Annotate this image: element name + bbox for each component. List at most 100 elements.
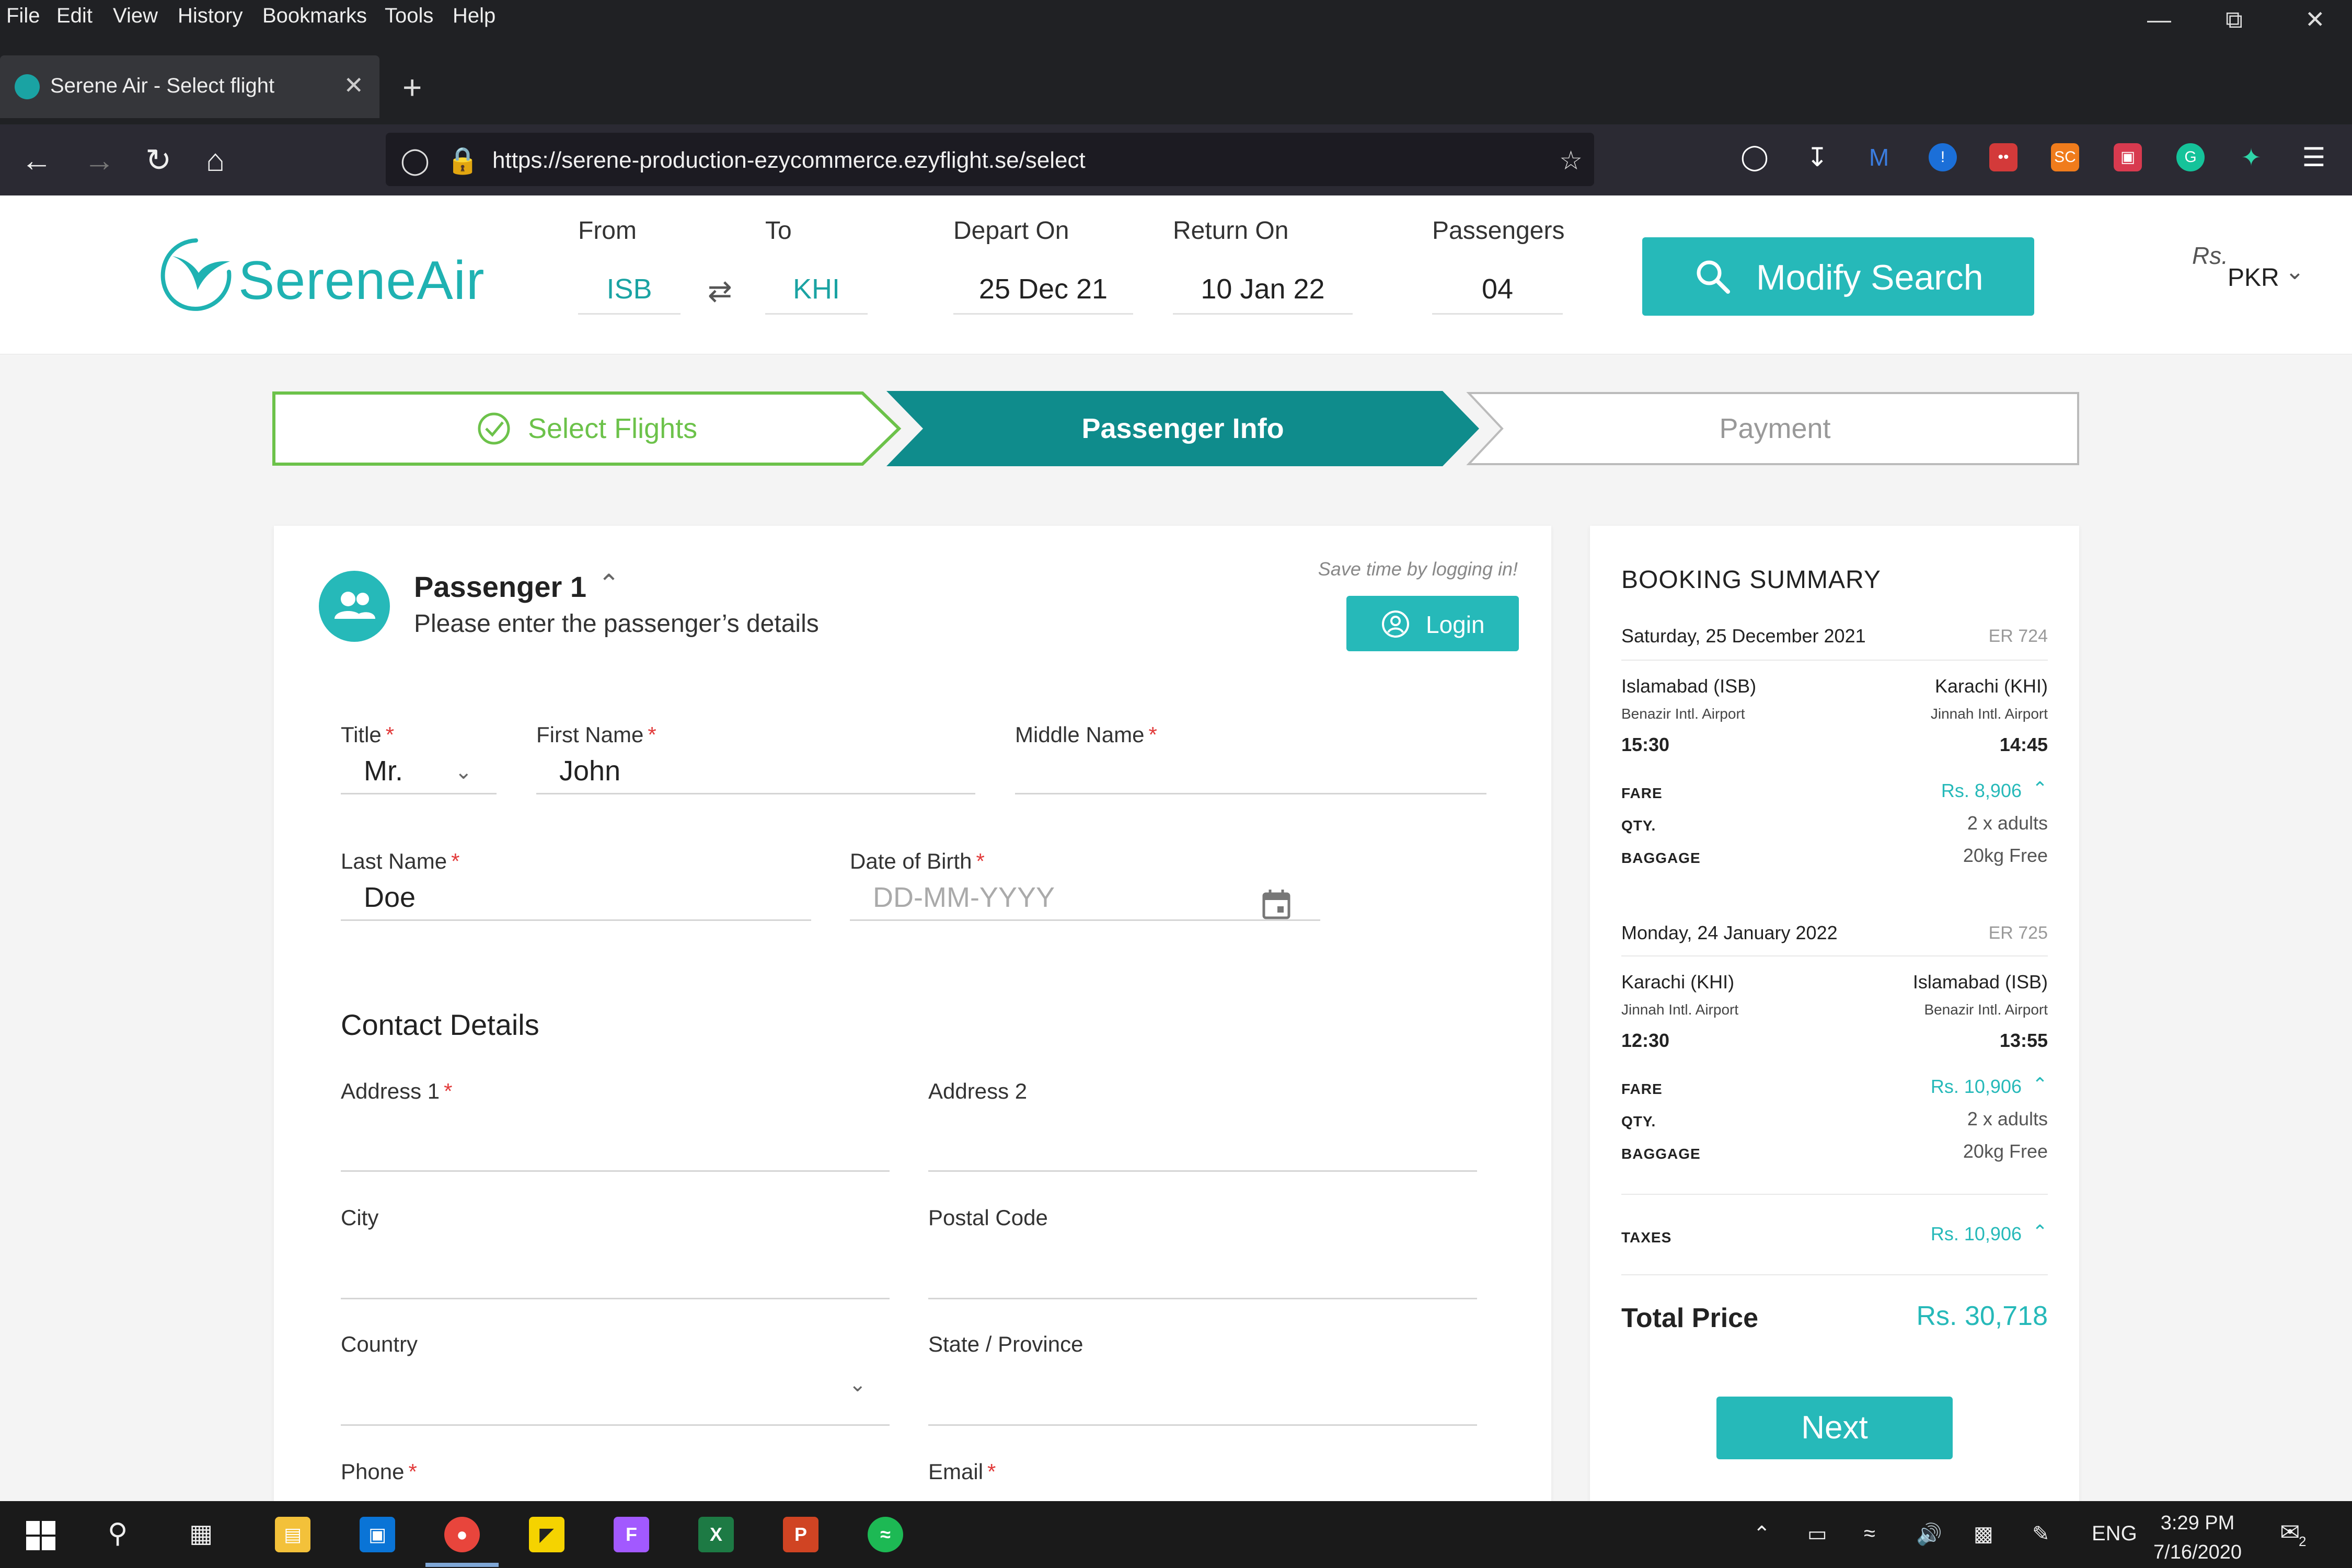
extension-4-icon[interactable]: ✦ (2237, 143, 2265, 171)
wifi-icon[interactable]: ≈ (1864, 1522, 1875, 1546)
menu-edit[interactable]: Edit (56, 4, 93, 28)
powerpoint-icon[interactable]: P (783, 1517, 818, 1552)
menu-tools[interactable]: Tools (385, 4, 433, 28)
file-explorer-icon[interactable]: ▤ (275, 1517, 310, 1552)
browser-tab[interactable]: Serene Air - Select flight ✕ (0, 55, 379, 118)
dob-label: Date of Birth * (850, 849, 985, 873)
close-tab-icon[interactable]: ✕ (343, 71, 364, 99)
passenger-title: Passenger 1 (414, 570, 586, 603)
battery-icon[interactable]: ▭ (1807, 1522, 1827, 1546)
passengers-field[interactable]: 04 (1432, 273, 1563, 315)
language-indicator[interactable]: ENG (2092, 1522, 2137, 1546)
download-icon[interactable]: ↧ (1803, 143, 1831, 171)
figma-icon[interactable]: F (614, 1517, 649, 1552)
search-icon[interactable]: ⚲ (108, 1518, 128, 1549)
to-field[interactable]: KHI (765, 273, 868, 315)
country-select[interactable] (341, 1379, 890, 1426)
leg-1-flight: ER 724 (1988, 626, 2048, 646)
depart-date-field[interactable]: 25 Dec 21 (953, 273, 1133, 315)
new-tab-icon[interactable]: + (402, 68, 422, 107)
notifications-icon[interactable]: ✉ (2280, 1518, 2300, 1546)
chevron-down-icon[interactable]: ⌄ (849, 1373, 867, 1397)
browser-navbar: ← → ↻ ⌂ ◯ 🔒 https://serene-production-ez… (0, 124, 2352, 195)
restore-icon[interactable]: ⧉ (2226, 5, 2243, 34)
address2-input[interactable] (928, 1125, 1477, 1172)
from-field[interactable]: ISB (578, 273, 681, 315)
forward-icon[interactable]: → (84, 142, 115, 178)
chevron-up-icon[interactable]: ⌃ (2032, 1221, 2048, 1243)
search-icon (1697, 260, 1730, 294)
clock[interactable]: 3:29 PM 7/16/2020 (2153, 1508, 2242, 1567)
hamburger-menu-icon[interactable]: ☰ (2300, 143, 2328, 171)
chrome-icon[interactable]: ● (444, 1517, 480, 1552)
login-button[interactable]: Login (1346, 596, 1519, 651)
close-window-icon[interactable]: ✕ (2305, 5, 2325, 33)
booking-summary: BOOKING SUMMARY Saturday, 25 December 20… (1590, 526, 2079, 1568)
currency-selector[interactable]: PKR (2228, 263, 2279, 292)
return-date-field[interactable]: 10 Jan 22 (1173, 273, 1353, 315)
chevron-up-icon[interactable]: ⌃ (2032, 778, 2048, 800)
minimize-icon[interactable]: — (2147, 5, 2171, 33)
sticky-notes-icon[interactable]: ◤ (529, 1517, 564, 1552)
address-bar[interactable]: ◯ 🔒 https://serene-production-ezycommerc… (386, 133, 1594, 186)
chevron-down-icon[interactable]: ⌄ (455, 760, 472, 784)
total-price-value: Rs. 30,718 (1916, 1301, 2048, 1331)
title-select[interactable]: Mr. (341, 747, 497, 794)
menu-help[interactable]: Help (453, 4, 495, 28)
dob-input[interactable]: DD-MM-YYYY (850, 874, 1320, 921)
chevron-up-icon[interactable]: ⌃ (598, 569, 620, 599)
step-select-flights[interactable]: Select Flights (272, 391, 902, 466)
volume-icon[interactable]: 🔊 (1916, 1522, 1942, 1547)
lock-icon[interactable]: 🔒 (446, 145, 479, 176)
extension-3-icon[interactable]: ▣ (2114, 143, 2142, 171)
step-passenger-info[interactable]: Passenger Info (886, 391, 1479, 466)
malwarebytes-icon[interactable]: M (1865, 143, 1893, 171)
first-name-input[interactable]: John (536, 747, 975, 794)
taxes-value[interactable]: Rs. 10,906 (1931, 1223, 2022, 1245)
bookmark-star-icon[interactable]: ☆ (1559, 145, 1583, 176)
modify-search-button[interactable]: Modify Search (1642, 237, 2034, 316)
chevron-up-icon[interactable]: ⌃ (2032, 1074, 2048, 1096)
postal-code-input[interactable] (928, 1252, 1477, 1299)
menu-file[interactable]: File (6, 4, 40, 28)
leg-1-from-airport: Benazir Intl. Airport (1621, 706, 1745, 722)
menu-view[interactable]: View (113, 4, 158, 28)
url-text[interactable]: https://serene-production-ezycommerce.ez… (492, 147, 1086, 174)
last-name-input[interactable]: Doe (341, 874, 811, 921)
pocket-icon[interactable]: ◯ (1740, 143, 1769, 171)
leg-1-fare[interactable]: Rs. 8,906 (1941, 780, 2022, 802)
middle-name-input[interactable] (1015, 747, 1486, 794)
chevron-down-icon[interactable]: ⌄ (2285, 258, 2304, 285)
windows-start-icon[interactable] (26, 1521, 55, 1550)
extension-2-icon[interactable]: •• (1989, 143, 2017, 171)
extension-1-icon[interactable]: ! (1929, 143, 1957, 171)
task-view-icon[interactable]: ▦ (189, 1519, 213, 1548)
leg-2-fare[interactable]: Rs. 10,906 (1931, 1076, 2022, 1098)
clock-time: 3:29 PM (2160, 1512, 2235, 1534)
state-province-input[interactable] (928, 1379, 1477, 1426)
qty-key: QTY. (1621, 817, 1656, 834)
pen-icon[interactable]: ✎ (2032, 1522, 2050, 1546)
excel-icon[interactable]: X (698, 1517, 734, 1552)
leg-1-baggage: 20kg Free (1963, 845, 2048, 866)
store-icon[interactable]: ▣ (360, 1517, 395, 1552)
spotify-icon[interactable]: ≈ (868, 1517, 903, 1552)
back-icon[interactable]: ← (21, 142, 52, 178)
project-icon[interactable]: ▩ (1974, 1522, 1993, 1546)
calendar-icon[interactable] (1262, 889, 1291, 920)
leg-1-arrive-time: 14:45 (1999, 734, 2048, 755)
home-icon[interactable]: ⌂ (206, 142, 225, 178)
show-hidden-icons-icon[interactable]: ⌃ (1753, 1522, 1771, 1546)
country-label: Country (341, 1332, 418, 1356)
next-button[interactable]: Next (1716, 1397, 1953, 1459)
grammarly-icon[interactable]: G (2176, 143, 2205, 171)
menu-bookmarks[interactable]: Bookmarks (262, 4, 367, 28)
swap-icon[interactable]: ⇄ (708, 274, 732, 308)
step-payment[interactable]: Payment (1466, 392, 2079, 465)
address1-input[interactable] (341, 1125, 890, 1172)
extension-sc-icon[interactable]: SC (2051, 143, 2079, 171)
shield-icon[interactable]: ◯ (400, 145, 430, 176)
menu-history[interactable]: History (178, 4, 243, 28)
city-input[interactable] (341, 1252, 890, 1299)
reload-icon[interactable]: ↻ (145, 142, 171, 179)
